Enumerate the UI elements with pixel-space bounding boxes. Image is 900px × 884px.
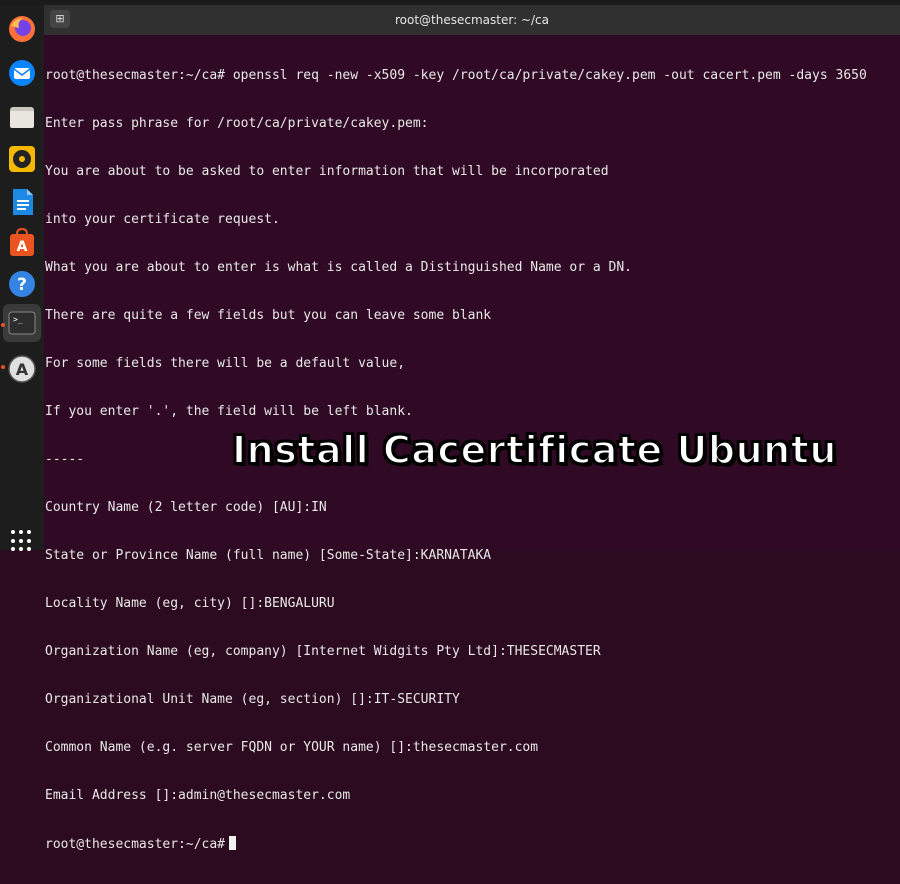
output-line: State or Province Name (full name) [Some… bbox=[45, 548, 492, 563]
output-line: For some fields there will be a default … bbox=[45, 356, 406, 371]
svg-text:A: A bbox=[16, 360, 29, 379]
output-line: Organizational Unit Name (eg, section) [… bbox=[45, 692, 460, 707]
output-line: Enter pass phrase for /root/ca/private/c… bbox=[45, 116, 429, 131]
output-line: Locality Name (eg, city) []:BENGALURU bbox=[45, 596, 335, 611]
firefox-icon[interactable] bbox=[6, 13, 38, 45]
window-title: root@thesecmaster: ~/ca bbox=[395, 13, 549, 27]
svg-text:>_: >_ bbox=[13, 315, 23, 324]
running-indicator bbox=[1, 323, 5, 327]
title-bar: root@thesecmaster: ~/ca ⊞ bbox=[44, 5, 900, 35]
svg-text:?: ? bbox=[17, 275, 27, 295]
mail-icon[interactable] bbox=[6, 57, 38, 89]
terminal-icon[interactable]: >_ bbox=[3, 304, 41, 342]
output-line: Common Name (e.g. server FQDN or YOUR na… bbox=[45, 740, 539, 755]
help-icon[interactable]: ? bbox=[6, 268, 38, 300]
update-icon[interactable]: A bbox=[6, 353, 38, 385]
output-line: If you enter '.', the field will be left… bbox=[45, 404, 413, 419]
prompt-line[interactable]: root@thesecmaster:~/ca# bbox=[45, 836, 895, 852]
overlay-caption: Install Cacertificate Ubuntu bbox=[231, 427, 837, 473]
output-line: Email Address []:admin@thesecmaster.com bbox=[45, 788, 351, 803]
show-apps-icon[interactable] bbox=[11, 530, 33, 552]
svg-text:A: A bbox=[17, 239, 28, 255]
text-cursor bbox=[229, 836, 237, 850]
shell-prompt: root@thesecmaster:~/ca# bbox=[45, 837, 226, 852]
dock: A ? >_ A bbox=[0, 5, 44, 552]
store-icon[interactable]: A bbox=[6, 227, 38, 259]
new-tab-icon[interactable]: ⊞ bbox=[50, 10, 70, 28]
folder-icon[interactable] bbox=[6, 101, 38, 133]
output-line: You are about to be asked to enter infor… bbox=[45, 164, 609, 179]
output-line: into your certificate request. bbox=[45, 212, 280, 227]
output-line: root@thesecmaster:~/ca# openssl req -new… bbox=[45, 68, 867, 83]
running-indicator bbox=[1, 365, 5, 369]
output-line: Country Name (2 letter code) [AU]:IN bbox=[45, 500, 327, 515]
output-line: What you are about to enter is what is c… bbox=[45, 260, 632, 275]
music-icon[interactable] bbox=[6, 143, 38, 175]
output-line: There are quite a few fields but you can… bbox=[45, 308, 492, 323]
document-icon[interactable] bbox=[6, 186, 38, 218]
output-line: Organization Name (eg, company) [Interne… bbox=[45, 644, 601, 659]
